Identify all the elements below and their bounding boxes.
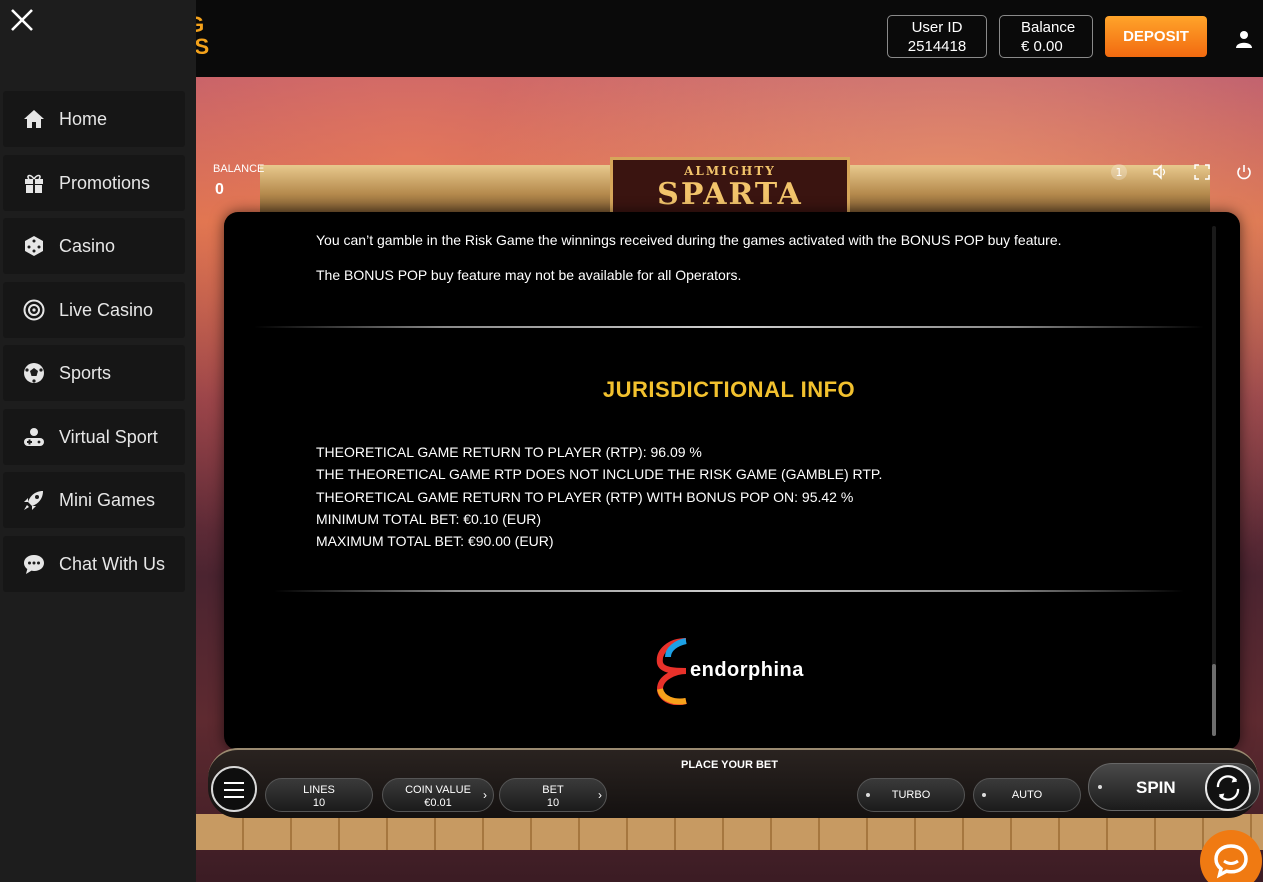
- sidebar-item-live-casino[interactable]: Live Casino: [3, 282, 185, 338]
- sidebar-item-mini-games[interactable]: Mini Games: [3, 472, 185, 528]
- balance-label: Balance: [1021, 19, 1076, 36]
- game-balance-label: BALANCE: [213, 163, 265, 175]
- bottom-plank: [196, 814, 1263, 850]
- dice-icon: [23, 235, 45, 257]
- sidebar-item-label: Promotions: [59, 172, 151, 193]
- sidebar-item-label: Casino: [59, 235, 116, 256]
- lines-selector[interactable]: LINES 10: [265, 778, 373, 812]
- sidebar-item-label: Virtual Sport: [59, 426, 158, 447]
- balance-value: € 0.00: [1021, 38, 1063, 55]
- paytable-scrollbar[interactable]: [1212, 226, 1216, 736]
- auto-label: AUTO: [1011, 789, 1043, 801]
- user-id-value: 2514418: [907, 38, 967, 55]
- spin-label[interactable]: SPIN: [1136, 778, 1176, 798]
- scrollbar-thumb[interactable]: [1212, 664, 1216, 736]
- help-badge: 1: [1116, 166, 1123, 179]
- lines-label: LINES: [303, 784, 335, 796]
- gift-icon: [23, 172, 45, 194]
- risk-game-note: You can’t gamble in the Risk Game the wi…: [316, 232, 1062, 248]
- side-drawer: Home Promotions Casino Live Casino Sport…: [0, 0, 196, 882]
- game-logo-small: ALMIGHTY: [684, 164, 776, 178]
- live-chat-button[interactable]: [1200, 830, 1262, 882]
- roulette-icon: [23, 299, 45, 321]
- bet-selector[interactable]: BET 10: [499, 778, 607, 812]
- coin-value-selector[interactable]: COIN VALUE €0.01: [382, 778, 494, 812]
- sidebar-item-virtual-sport[interactable]: Virtual Sport: [3, 409, 185, 465]
- balance-box: Balance € 0.00: [999, 15, 1093, 58]
- paytable-panel[interactable]: You can’t gamble in the Risk Game the wi…: [224, 212, 1240, 750]
- rtp-line: THEORETICAL GAME RETURN TO PLAYER (RTP) …: [316, 488, 854, 505]
- sidebar-item-label: Chat With Us: [59, 553, 166, 574]
- fullscreen-icon[interactable]: [1193, 163, 1211, 181]
- turbo-indicator: [866, 793, 870, 797]
- sidebar-item-casino[interactable]: Casino: [3, 218, 185, 274]
- rocket-icon: [23, 489, 45, 511]
- deposit-button[interactable]: DEPOSIT: [1105, 16, 1207, 57]
- sidebar-item-chat-with-us[interactable]: Chat With Us: [3, 536, 185, 592]
- rtp-line: THE THEORETICAL GAME RTP DOES NOT INCLUD…: [316, 466, 883, 483]
- coin-value-label: COIN VALUE: [405, 784, 471, 796]
- user-id-box: User ID 2514418: [887, 15, 987, 58]
- game-menu-button[interactable]: [211, 766, 257, 812]
- sidebar-item-label: Sports: [59, 362, 112, 383]
- game-logo: ALMIGHTY SPARTA: [610, 157, 850, 217]
- home-icon: [23, 108, 45, 130]
- rtp-list: THEORETICAL GAME RETURN TO PLAYER (RTP):…: [316, 441, 882, 552]
- turbo-button[interactable]: TURBO: [857, 778, 965, 812]
- sidebar-item-label: Home: [59, 108, 108, 129]
- divider-bottom: [274, 590, 1184, 592]
- game-frame: ALMIGHTY SPARTA BALANCE 0 1 You can’t ga…: [196, 77, 1263, 882]
- power-icon[interactable]: [1235, 163, 1253, 181]
- game-balance-value: 0: [215, 181, 224, 198]
- provider-name: endorphina: [690, 659, 804, 681]
- turbo-label: TURBO: [891, 789, 931, 801]
- divider-top: [254, 326, 1204, 328]
- rtp-line: MINIMUM TOTAL BET: €0.10 (EUR): [316, 510, 542, 527]
- lines-value: 10: [312, 797, 326, 809]
- coin-value: €0.01: [424, 797, 452, 809]
- bet-increase-arrow-icon[interactable]: ›: [598, 788, 602, 802]
- sound-icon[interactable]: [1151, 163, 1169, 181]
- user-icon[interactable]: [1235, 30, 1253, 48]
- spin-arrows-icon[interactable]: [1205, 765, 1251, 811]
- jurisdictional-heading: JURISDICTIONAL INFO: [602, 377, 856, 402]
- spin-indicator: [1098, 785, 1102, 789]
- bet-label: BET: [542, 784, 564, 796]
- game-logo-big: SPARTA: [657, 177, 803, 212]
- rtp-line: THEORETICAL GAME RETURN TO PLAYER (RTP):…: [316, 444, 702, 460]
- sidebar-item-label: Mini Games: [59, 489, 156, 510]
- rtp-line: MAXIMUM TOTAL BET: €90.00 (EUR): [316, 533, 554, 550]
- operator-note: The BONUS POP buy feature may not be ava…: [316, 267, 742, 283]
- gamepad-icon: [23, 426, 45, 448]
- help-icon[interactable]: 1: [1110, 163, 1128, 181]
- sidebar-item-label: Live Casino: [59, 299, 154, 320]
- auto-indicator: [982, 793, 986, 797]
- sidebar-item-promotions[interactable]: Promotions: [3, 155, 185, 211]
- sidebar-item-sports[interactable]: Sports: [3, 345, 185, 401]
- coin-increase-arrow-icon[interactable]: ›: [483, 788, 487, 802]
- soccer-ball-icon: [23, 362, 45, 384]
- user-id-label: User ID: [911, 19, 963, 36]
- sidebar-item-home[interactable]: Home: [3, 91, 185, 147]
- chat-bubble-icon: [23, 553, 45, 575]
- auto-button[interactable]: AUTO: [973, 778, 1081, 812]
- chat-icon: [1214, 844, 1248, 879]
- close-icon[interactable]: [10, 8, 34, 32]
- bet-value: 10: [546, 797, 560, 809]
